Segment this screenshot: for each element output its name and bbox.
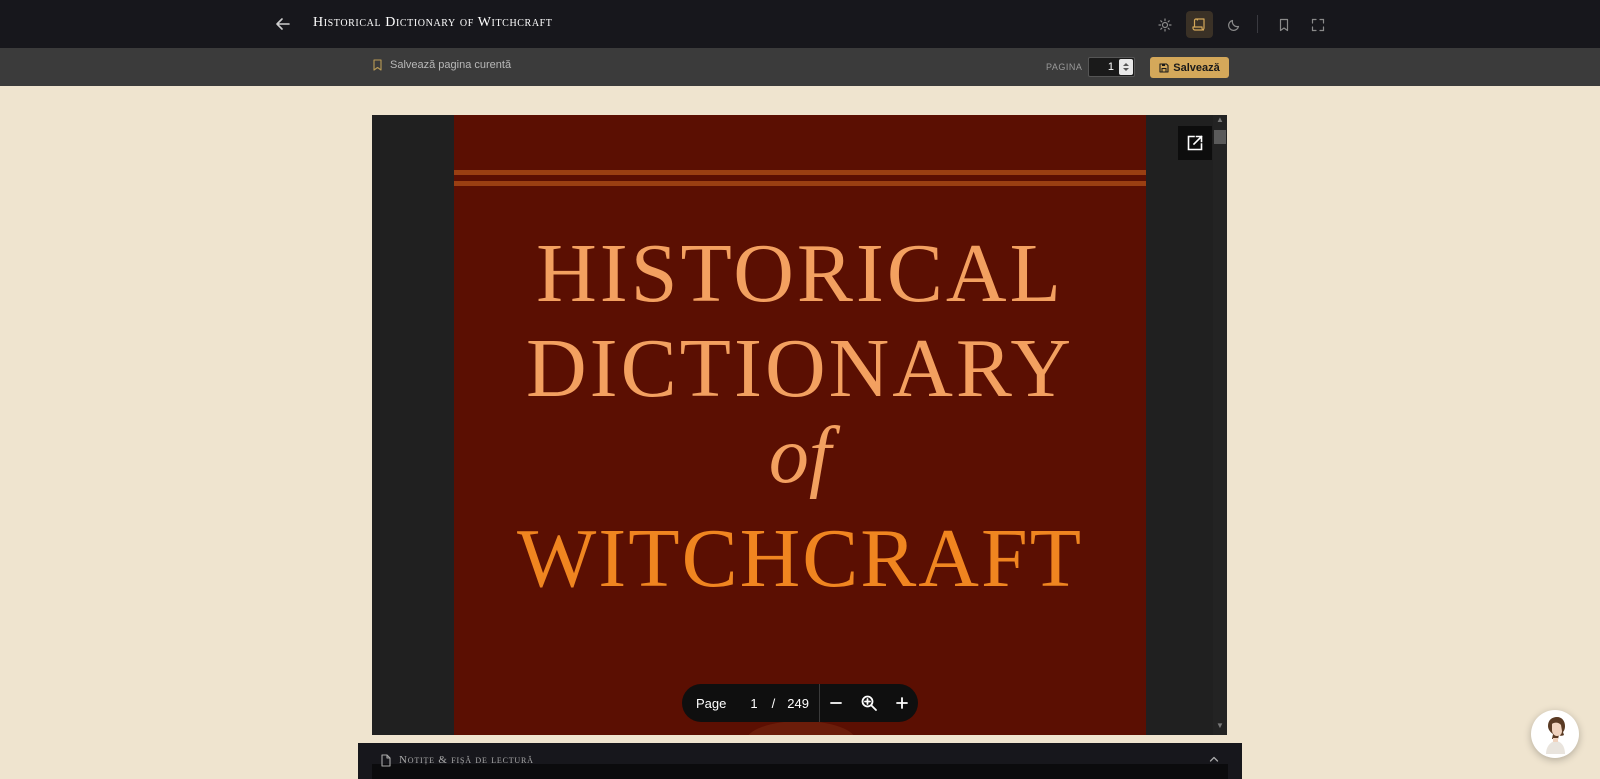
arrow-left-icon xyxy=(276,18,290,30)
cover-stripe xyxy=(454,170,1146,175)
minus-icon xyxy=(830,702,843,704)
top-bar: Historical Dictionary of Witchcraft xyxy=(0,0,1600,48)
save-button[interactable]: Salvează xyxy=(1150,57,1229,78)
cover-title-line: DICTIONARY xyxy=(526,322,1074,415)
external-link-icon xyxy=(1187,135,1203,151)
plus-icon xyxy=(895,697,908,709)
bookmark-icon xyxy=(1279,18,1288,31)
scroll-icon xyxy=(1192,18,1205,31)
zoom-button[interactable] xyxy=(853,684,886,722)
page-caption: PAGINA xyxy=(1046,62,1083,72)
page-separator: / xyxy=(771,695,776,711)
scroll-up-icon[interactable]: ▲ xyxy=(1216,115,1224,124)
fullscreen-button[interactable] xyxy=(1304,11,1331,38)
zoom-out-button[interactable] xyxy=(820,684,853,722)
bookmark-icon xyxy=(373,59,382,71)
book-title: Historical Dictionary of Witchcraft xyxy=(313,15,553,30)
save-current-page-label: Salvează pagina curentă xyxy=(390,59,512,71)
notes-panel-body xyxy=(372,764,1228,779)
notes-panel-title: Notițe & fișă de lectură xyxy=(399,754,534,766)
notes-panel-header[interactable]: Notițe & fișă de lectură xyxy=(358,743,1242,779)
book-cover-page: HISTORICAL DICTIONARY of WITCHCRAFT xyxy=(454,115,1146,735)
scrollbar-thumb[interactable] xyxy=(1214,130,1226,144)
avatar-portrait-icon xyxy=(1546,717,1565,754)
page-number-value: 1 xyxy=(1107,61,1114,73)
page-navigation: Page 1 / 249 xyxy=(682,684,918,722)
zoom-in-button[interactable] xyxy=(885,684,918,722)
light-mode-button[interactable] xyxy=(1151,11,1178,38)
total-pages: 249 xyxy=(787,695,809,711)
expand-icon xyxy=(1311,18,1324,31)
back-button[interactable] xyxy=(273,14,293,34)
assistant-avatar[interactable] xyxy=(1531,710,1579,758)
page-stepper[interactable] xyxy=(1119,59,1133,75)
toolbar-divider xyxy=(1257,15,1258,33)
zoom-in-icon xyxy=(861,695,877,711)
cover-title-line: WITCHCRAFT xyxy=(517,512,1083,605)
current-page-input[interactable]: 1 xyxy=(744,696,763,711)
page-number-input[interactable]: 1 xyxy=(1088,57,1135,77)
pdf-viewer[interactable]: HISTORICAL DICTIONARY of WITCHCRAFT ▲ ▼ … xyxy=(372,115,1227,735)
document-icon xyxy=(381,754,391,767)
sepia-mode-button[interactable] xyxy=(1186,11,1213,38)
cover-title-line: HISTORICAL xyxy=(536,227,1064,320)
page-label: Page xyxy=(696,695,727,711)
chevron-up-icon xyxy=(1209,756,1219,762)
open-external-button[interactable] xyxy=(1178,126,1212,160)
save-current-page-link[interactable]: Salvează pagina curentă xyxy=(372,59,511,71)
cover-ornament xyxy=(746,721,856,735)
scroll-down-icon[interactable]: ▼ xyxy=(1216,721,1224,730)
reading-toolbar: Salvează pagina curentă PAGINA 1 Salveaz… xyxy=(0,48,1600,86)
cover-title-line: of xyxy=(768,412,832,500)
floppy-disk-icon xyxy=(1159,62,1169,73)
cover-stripe xyxy=(454,181,1146,186)
moon-icon xyxy=(1227,19,1239,31)
sun-icon xyxy=(1157,17,1172,32)
dark-mode-button[interactable] xyxy=(1220,11,1247,38)
save-button-label: Salvează xyxy=(1173,61,1220,74)
viewer-scrollbar[interactable]: ▲ ▼ xyxy=(1213,115,1227,735)
bookmark-button[interactable] xyxy=(1270,11,1297,38)
